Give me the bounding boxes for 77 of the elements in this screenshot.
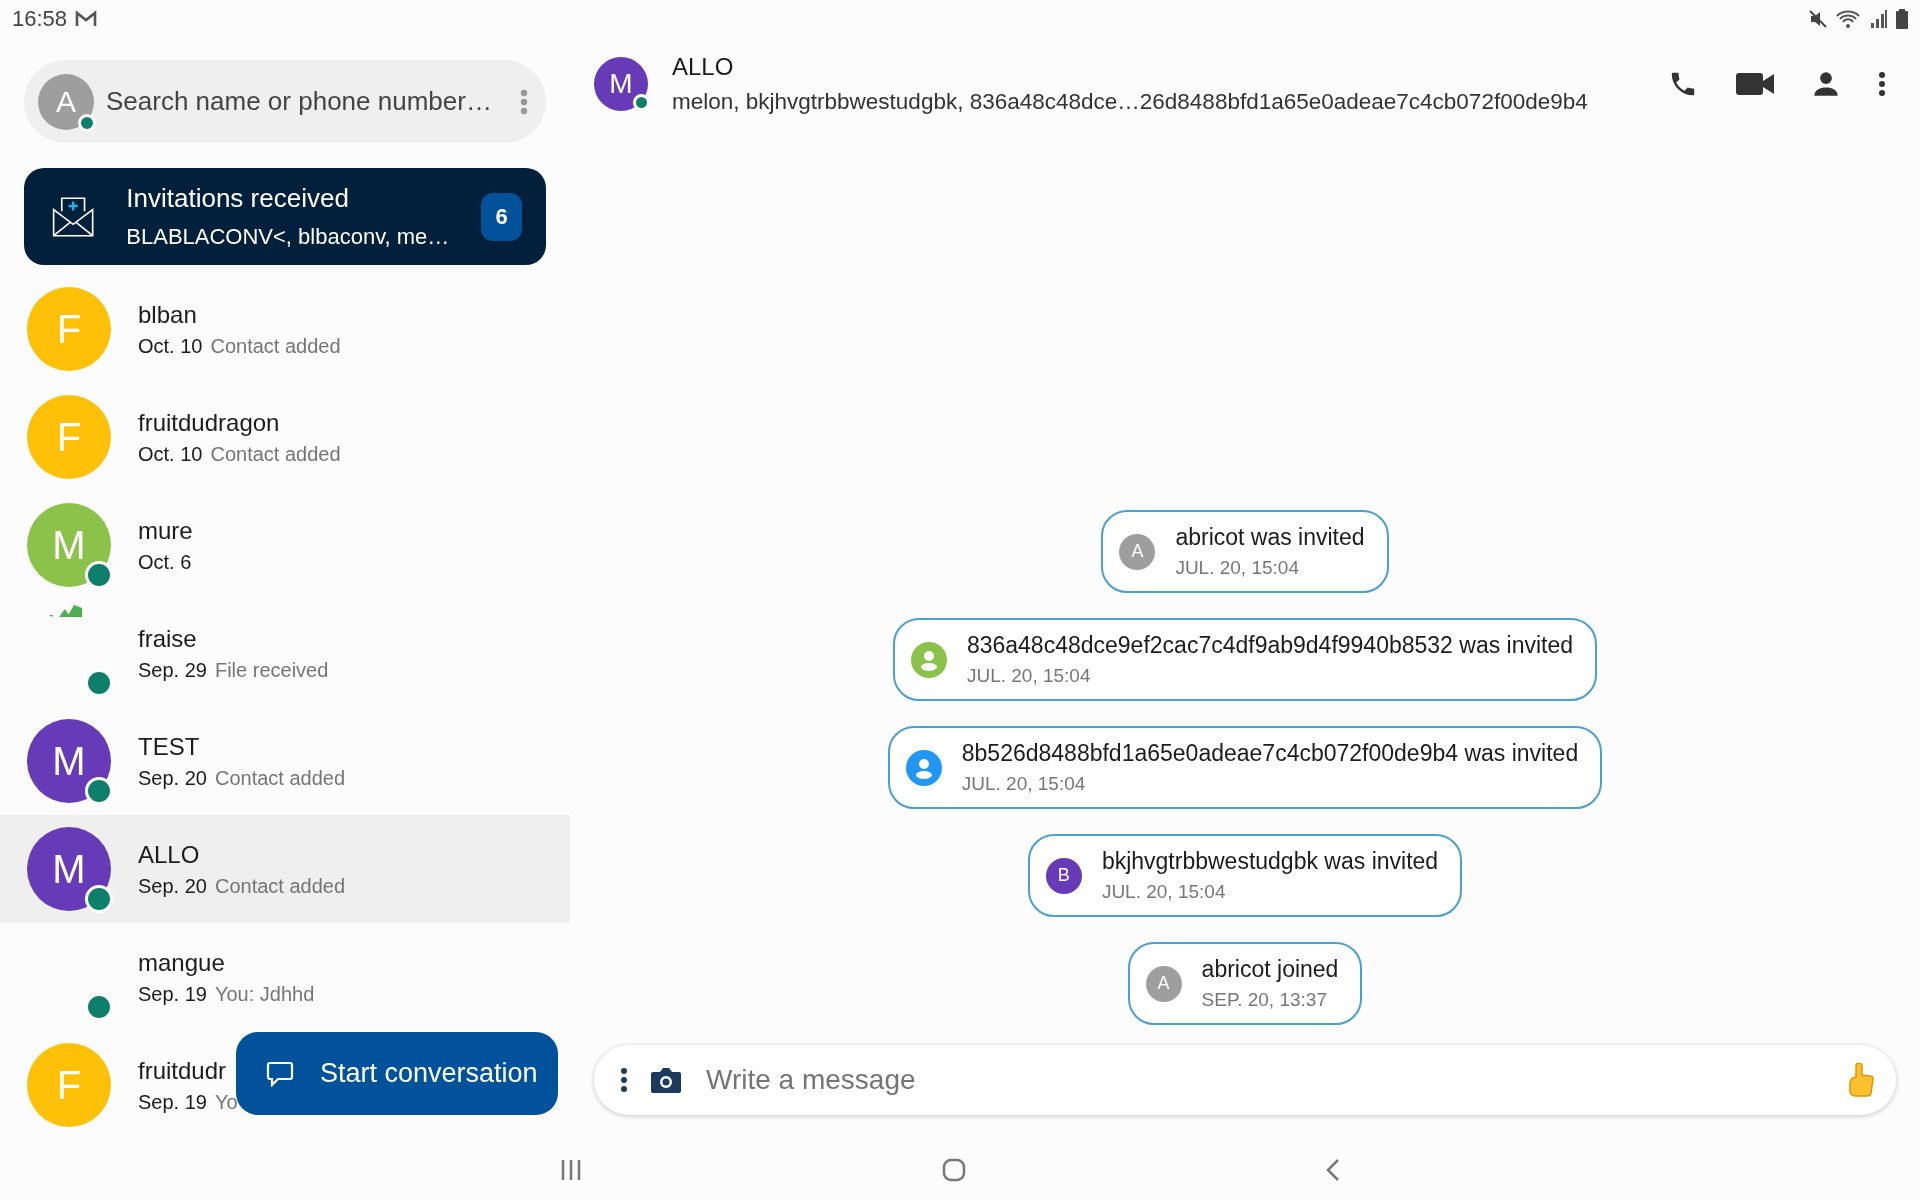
- avatar: M: [27, 719, 111, 803]
- battery-icon: [1896, 9, 1908, 29]
- contact-name: mure: [138, 516, 193, 545]
- contact-item[interactable]: fraise Sep. 29 File received: [0, 599, 329, 707]
- event-text: bkjhvgtrbbwestudgbk was invited: [1101, 848, 1439, 875]
- avatar: M: [594, 57, 648, 111]
- contact-name: TEST: [138, 732, 201, 761]
- avatar: M: [27, 827, 111, 911]
- contact-date: Sep. 29: [138, 658, 207, 682]
- event-text: abricot was invited: [1175, 524, 1365, 551]
- chat-title: ALLO: [672, 53, 735, 81]
- contact-item[interactable]: M mure Oct. 6: [0, 491, 193, 599]
- avatar: A: [1145, 965, 1182, 1002]
- avatar: A: [1119, 533, 1156, 570]
- contact-item[interactable]: M ALLO Sep. 20 Contact added: [0, 815, 570, 923]
- message-field[interactable]: Write a message: [704, 1063, 1826, 1097]
- contact-preview: Contact added: [210, 334, 341, 358]
- avatar: F: [27, 395, 111, 479]
- contact-item[interactable]: F blban Oct. 10 Contact added: [0, 275, 341, 383]
- event-time: SEP. 20, 13:37: [1201, 989, 1328, 1011]
- contact-name: ALLO: [138, 840, 201, 869]
- recent-apps-icon[interactable]: [560, 1159, 582, 1181]
- event-time: JUL. 20, 15:04: [1101, 881, 1227, 903]
- contact-preview: Contact added: [210, 442, 341, 466]
- event-text: 836a48c48dce9ef2cac7c4df9ab9d4f9940b8532 was invited: [966, 632, 1574, 659]
- mute-icon: [1808, 9, 1828, 29]
- event-text: 8b526d8488bfd1a65e0adeae7c4cb072f00de9b4 was invited: [961, 740, 1579, 767]
- invitations-title: Invitations received: [126, 183, 350, 214]
- more-icon[interactable]: [620, 1067, 628, 1093]
- event-time: JUL. 20, 15:04: [961, 773, 1087, 795]
- contact-preview: File received: [214, 658, 329, 682]
- contact-name: mangue: [138, 948, 226, 977]
- avatar: F: [27, 1043, 111, 1127]
- signal-icon: [1870, 9, 1888, 29]
- contact-name: blban: [138, 300, 198, 329]
- contact-date: Sep. 19: [138, 982, 207, 1006]
- avatar: A: [38, 73, 94, 130]
- wifi-icon: [1836, 9, 1862, 29]
- avatar: B: [1045, 857, 1082, 894]
- event-text: abricot joined: [1201, 956, 1339, 983]
- start-conversation-button[interactable]: Start conversation: [236, 1032, 558, 1115]
- chat-bubble-icon: [266, 1060, 294, 1087]
- contact-date: Oct. 6: [138, 550, 192, 574]
- event-time: JUL. 20, 15:04: [1175, 557, 1300, 579]
- contact-preview: You: Jdhhd: [214, 982, 315, 1006]
- more-icon[interactable]: [1878, 71, 1886, 97]
- contact-preview: Contact added: [214, 766, 346, 790]
- camera-icon[interactable]: [650, 1066, 682, 1094]
- contact-name: fruitdudragon: [138, 408, 281, 437]
- contact-date: Sep. 20: [138, 874, 207, 898]
- contact-item[interactable]: F fruitdudr Sep. 19 Yo: [0, 1031, 238, 1139]
- contact-date: Sep. 19: [138, 1090, 207, 1114]
- contact-item[interactable]: mangue Sep. 19 You: Jdhhd: [0, 923, 315, 1031]
- home-icon[interactable]: [942, 1158, 966, 1182]
- contact-preview: Yo: [214, 1090, 238, 1114]
- count-badge: 6: [481, 192, 522, 241]
- status-time: 16:58: [12, 6, 68, 32]
- contact-item[interactable]: M TEST Sep. 20 Contact added: [0, 707, 346, 815]
- mail-icon: [75, 10, 98, 28]
- event-time: JUL. 20, 15:04: [966, 665, 1092, 687]
- contact-date: Sep. 20: [138, 766, 207, 790]
- search-field[interactable]: A Search name or phone number…: [24, 60, 546, 143]
- person-icon[interactable]: [1812, 70, 1840, 98]
- contact-date: Oct. 10: [138, 442, 203, 466]
- contact-preview: Contact added: [214, 874, 346, 898]
- avatar: F: [27, 287, 111, 371]
- invitations-names: BLABLACONV<, blbaconv, me…: [126, 224, 450, 250]
- invitations-card[interactable]: Invitations received BLABLACONV<, blbaconv, me… 6: [24, 168, 546, 265]
- back-icon[interactable]: [1326, 1158, 1340, 1182]
- thumbs-up-icon[interactable]: [1848, 1063, 1874, 1097]
- contact-item[interactable]: F fruitdudragon Oct. 10 Contact added: [0, 383, 341, 491]
- chat-members: melon, bkjhvgtrbbwestudgbk, 836a48c48dce…26d8488bfd1a65e0adeae7c4cb072f00de9b4: [672, 89, 1589, 115]
- video-icon[interactable]: [1736, 71, 1774, 97]
- contact-name: fraise: [138, 624, 198, 653]
- avatar: M: [27, 503, 111, 587]
- contact-date: Oct. 10: [138, 334, 203, 358]
- contact-name: fruitdudr: [138, 1056, 228, 1085]
